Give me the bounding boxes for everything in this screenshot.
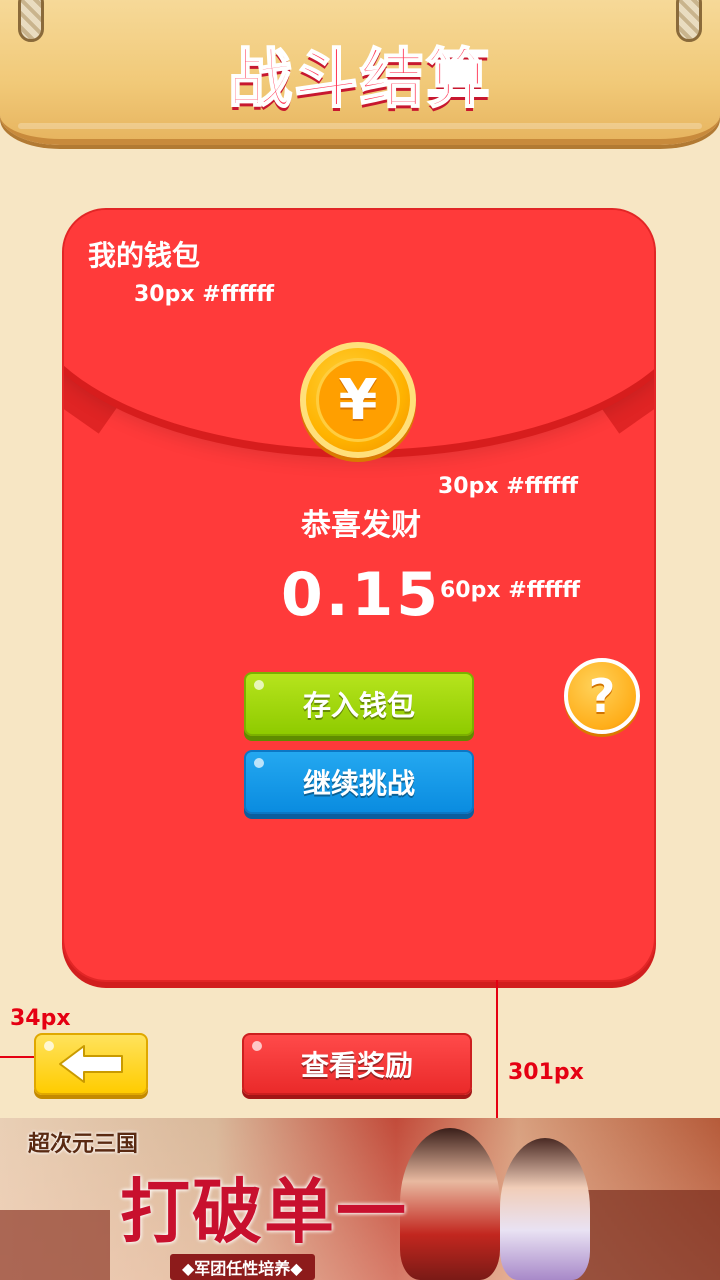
yuan-symbol: ¥	[316, 358, 400, 442]
congrats-text: 恭喜发财	[301, 508, 421, 543]
banner-logo: 超次元三国	[28, 1131, 139, 1157]
help-question-icon[interactable]: ?	[564, 658, 640, 734]
page-title: 战斗结算	[227, 42, 492, 118]
ad-banner[interactable]: 超次元三国 打破单一 ◆军团任性培养◆	[0, 1118, 720, 1280]
banner-slogan: 打破单一	[120, 1170, 408, 1253]
header-board: 战斗结算	[0, 0, 720, 150]
banner-building	[0, 1210, 110, 1280]
annotation-amount-spec: 60px #ffffff	[440, 578, 581, 603]
banner-character	[400, 1128, 500, 1280]
view-reward-button[interactable]: 查看奖励	[242, 1033, 472, 1095]
save-to-wallet-button[interactable]: 存入钱包	[244, 672, 474, 736]
banner-character	[500, 1138, 590, 1280]
margin-guide-line	[0, 1056, 34, 1058]
annotation-congrats-spec: 30px #ffffff	[438, 474, 579, 499]
continue-challenge-button[interactable]: 继续挑战	[244, 750, 474, 814]
back-button[interactable]	[34, 1033, 148, 1095]
wallet-title: 我的钱包	[88, 239, 201, 272]
arrow-left-icon	[59, 1045, 123, 1083]
banner-subslogan: ◆军团任性培养◆	[170, 1254, 315, 1280]
annotation-center-offset: 301px	[508, 1060, 584, 1085]
yuan-coin-icon: ¥	[300, 342, 416, 458]
annotation-title-spec: 30px #ffffff	[134, 282, 275, 307]
annotation-left-margin: 34px	[10, 1006, 71, 1031]
